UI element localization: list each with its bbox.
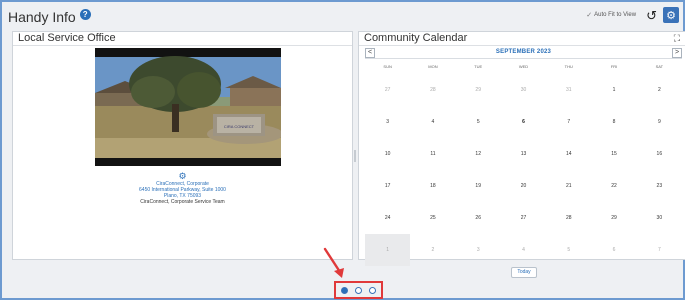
check-icon: ✓ [586,12,593,19]
weekday-label: SUN [383,64,392,69]
panel-splitter-handle[interactable] [354,150,356,162]
calendar-day-cell[interactable]: 7 [546,106,591,138]
office-sign-text: CIRA CONNECT [224,124,255,129]
header-toolbar: ✓ Auto Fit to View ↺ ⚙ [586,7,679,23]
calendar-day-cell[interactable]: 27 [501,202,546,234]
weekday-label: MON [428,64,438,69]
calendar-day-cell[interactable]: 23 [637,170,682,202]
calendar-weekday-header: SUN MON TUE WED THU FRI SAT [365,64,682,69]
community-calendar-panel: Community Calendar ⛶ < SEPTEMBER 2023 > … [358,31,685,278]
calendar-day-cell[interactable]: 1 [365,234,411,266]
today-button[interactable]: Today [511,267,537,278]
calendar-day-cell[interactable]: 30 [501,74,546,106]
red-arrow-annotation [323,247,344,278]
calendar-day-cell[interactable]: 27 [365,74,410,106]
calendar-day-cell[interactable]: 14 [546,138,591,170]
calendar-day-cell[interactable]: 24 [365,202,410,234]
calendar-day-cell[interactable]: 16 [637,138,682,170]
calendar-day-cell[interactable]: 8 [591,106,636,138]
settings-icon: ⚙ [666,9,676,22]
calendar-day-cell[interactable]: 25 [410,202,455,234]
calendar-day-cell[interactable]: 5 [546,234,591,266]
calendar-day-cell[interactable]: 1 [591,74,636,106]
page-indicator [334,281,383,299]
office-photo: CIRA CONNECT [95,48,281,166]
widget-header: Handy Info ? ✓ Auto Fit to View ↺ ⚙ [8,6,679,28]
calendar-day-cell[interactable]: 31 [546,74,591,106]
calendar-navigation: < SEPTEMBER 2023 > [365,48,682,59]
calendar-week-row: 24 25 26 27 28 29 30 [365,202,682,234]
calendar-week-row: 3456789 [365,106,682,138]
page-dot[interactable] [369,286,376,294]
calendar-day-cell[interactable]: 6 [501,106,546,138]
calendar-day-cell[interactable]: 26 [456,202,501,234]
calendar-day-cell[interactable]: 29 [456,74,501,106]
calendar-day-cell[interactable]: 13 [501,138,546,170]
calendar-day-cell[interactable]: 21 [546,170,591,202]
weekday-label: FRI [610,64,618,69]
office-photo-drawing: CIRA CONNECT [95,48,281,166]
calendar-day-cell[interactable]: 3 [456,234,501,266]
office-team: CiraConnect, Corporate Service Team [140,199,225,205]
weekday-label: THU [564,64,573,69]
widget-title: Handy Info [8,9,76,25]
calendar-day-cell[interactable]: 28 [546,202,591,234]
handy-info-widget: Handy Info ? ✓ Auto Fit to View ↺ ⚙ Loca… [0,0,685,300]
calendar-grid: 27 28 29 30 31 1 2 3 4 5 6 7 8 9 10 11 12 13 14 15 16 17 18 19 2… [365,74,682,266]
calendar-week-row: 27 28 29 30 31 1 2 [365,74,682,106]
weekday-label: TUE [474,64,483,69]
weekday-label: SAT [655,64,664,69]
calendar-day-cell[interactable]: 15 [591,138,636,170]
calendar-day-cell[interactable]: 17 [365,170,410,202]
local-service-office-panel: Local Service Office CIRA CONNECT ⚙ Cira… [12,31,353,260]
calendar-day-cell[interactable]: 12 [456,138,501,170]
calendar-week-row: 10 11 12 13 14 15 16 [365,138,682,170]
calendar-day-cell[interactable]: 2 [637,74,682,106]
expand-icon[interactable]: ⛶ [674,33,680,44]
auto-fit-label: Auto Fit to View [594,12,637,18]
calendar-day-cell[interactable]: 18 [410,170,455,202]
calendar-day-cell[interactable]: 29 [591,202,636,234]
settings-button[interactable]: ⚙ [663,7,679,23]
calendar-day-cell[interactable]: 20 [501,170,546,202]
calendar-week-row: 17 18 19 20 21 22 23 [365,170,682,202]
calendar-week-row: 1234567 [365,234,682,266]
next-month-button[interactable]: > [672,48,682,58]
office-address: CiraConnect, Corporate 6450 Internationa… [13,181,352,205]
calendar-day-cell[interactable]: 2 [410,234,455,266]
calendar-day-cell[interactable]: 6 [591,234,636,266]
auto-fit-toggle[interactable]: ✓ Auto Fit to View [586,11,636,19]
calendar-month-label: SEPTEMBER 2023 [495,49,552,55]
calendar-day-cell[interactable]: 3 [365,106,410,138]
calendar-day-cell[interactable]: 22 [591,170,636,202]
calendar-day-cell[interactable]: 11 [410,138,455,170]
page-dot[interactable] [355,286,362,294]
office-panel-title: Local Service Office [13,32,352,46]
help-icon[interactable]: ? [79,8,91,20]
calendar-day-cell[interactable]: 28 [410,74,455,106]
page-dot-active[interactable] [341,286,348,294]
calendar-day-cell[interactable]: 30 [637,202,682,234]
calendar-day-cell[interactable]: 19 [456,170,501,202]
calendar-day-cell[interactable]: 5 [456,106,501,138]
refresh-icon[interactable]: ↺ [646,9,657,22]
calendar-day-cell[interactable]: 4 [410,106,455,138]
weekday-label: WED [518,64,529,69]
calendar-day-cell[interactable]: 10 [365,138,410,170]
calendar-day-cell[interactable]: 9 [637,106,682,138]
calendar-panel-title: Community Calendar [359,32,685,46]
calendar-day-cell[interactable]: 7 [637,234,682,266]
calendar-day-cell[interactable]: 4 [501,234,546,266]
